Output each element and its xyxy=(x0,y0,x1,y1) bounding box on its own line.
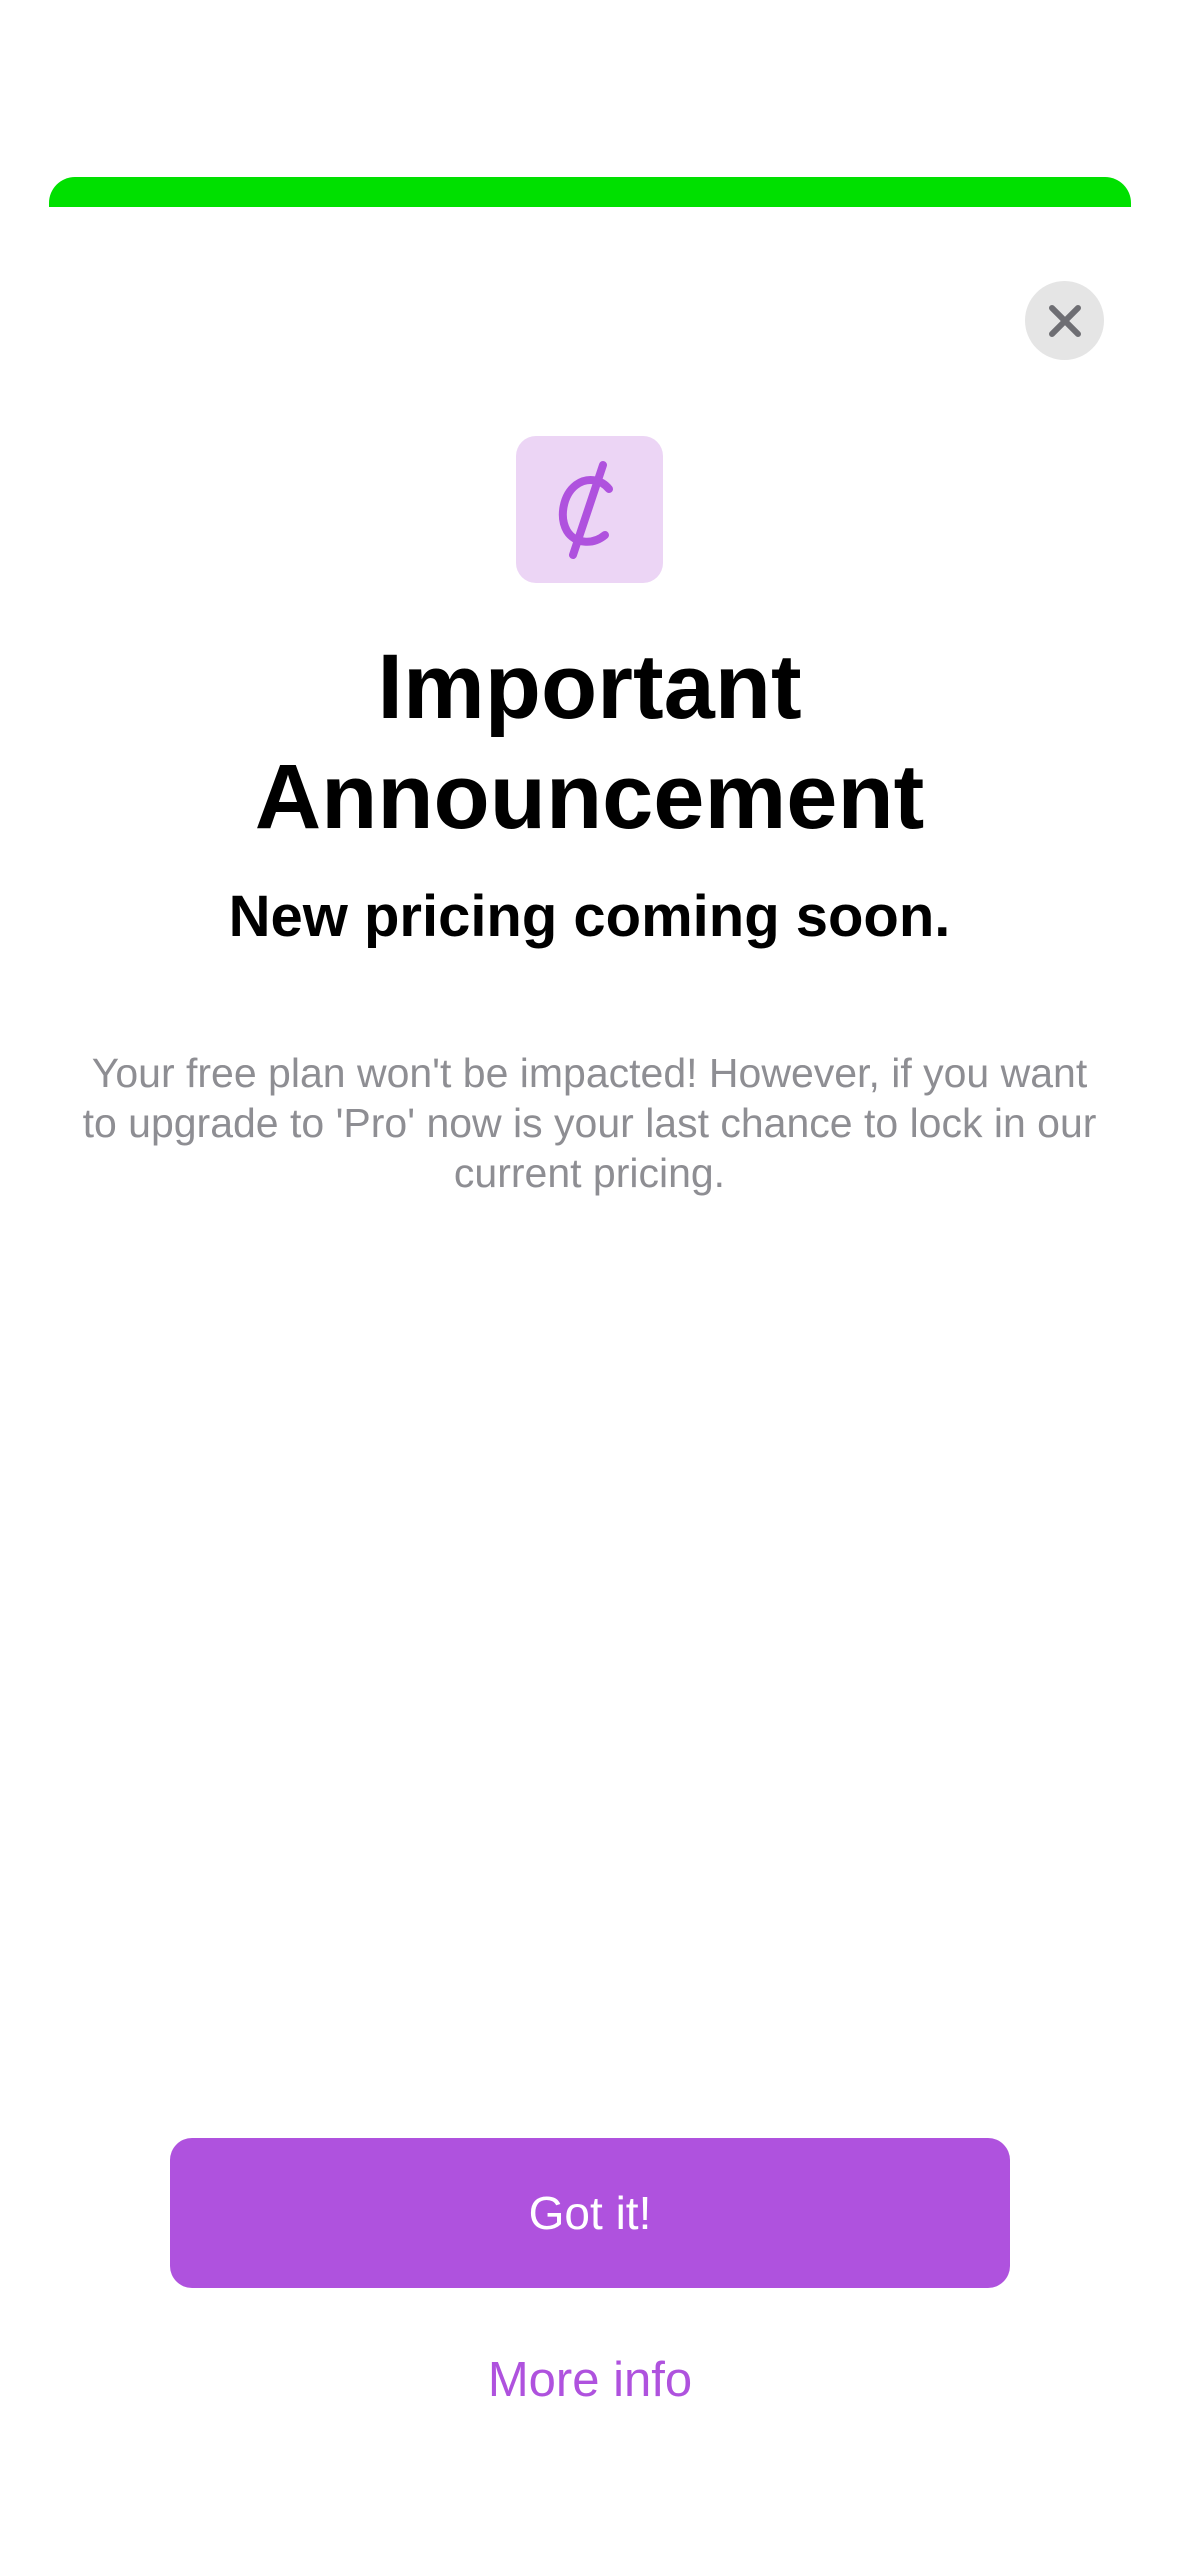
close-button[interactable] xyxy=(1025,281,1104,360)
more-info-link[interactable]: More info xyxy=(340,2340,840,2420)
title-line-1: Important xyxy=(377,636,802,738)
got-it-button[interactable]: Got it! xyxy=(170,2138,1010,2288)
announcement-body: Your free plan won't be impacted! Howeve… xyxy=(82,1050,1097,1196)
title-line-2: Announcement xyxy=(254,746,925,848)
top-accent-bar xyxy=(49,177,1131,207)
close-icon xyxy=(1047,303,1083,339)
page-subtitle: New pricing coming soon. xyxy=(228,884,951,949)
cent-sign-icon xyxy=(516,436,663,583)
page-title: Important Announcement xyxy=(0,632,1179,852)
announcement-screen: Important Announcement New pricing comin… xyxy=(0,0,1179,2556)
